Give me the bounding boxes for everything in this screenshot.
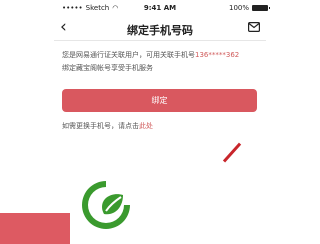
battery-icon: [252, 5, 271, 11]
status-right: 100%: [229, 4, 271, 12]
bind-button[interactable]: 绑定: [62, 89, 257, 112]
change-tip-text: 如需更换手机号，请点击: [62, 122, 139, 130]
status-bar: ••••• Sketch ◠ 9:41 AM 100%: [0, 0, 320, 14]
change-phone-link[interactable]: 此处: [139, 122, 153, 130]
red-bar: [0, 213, 70, 244]
info-line-1: 您是网易通行证关联用户，可用关联手机号136*****362: [62, 49, 262, 62]
info-prefix: 您是网易通行证关联用户，可用关联手机号: [62, 51, 195, 59]
header-divider: [54, 40, 266, 41]
red-stroke-mark: [222, 142, 242, 163]
info-line-2: 绑定藏宝阁帐号享受手机服务: [62, 64, 153, 72]
change-phone-tip: 如需更换手机号，请点击此处: [62, 121, 153, 131]
envelope-icon[interactable]: [248, 22, 260, 32]
masked-phone: 136*****362: [195, 51, 240, 59]
binding-info: 您是网易通行证关联用户，可用关联手机号136*****362 绑定藏宝阁帐号享受…: [62, 49, 262, 75]
battery-percent: 100%: [229, 4, 250, 12]
nav-bar: ‹ 绑定手机号码: [54, 14, 266, 42]
status-time: 9:41 AM: [143, 4, 177, 12]
app-logo: [82, 181, 130, 229]
page-title: 绑定手机号码: [127, 24, 193, 37]
